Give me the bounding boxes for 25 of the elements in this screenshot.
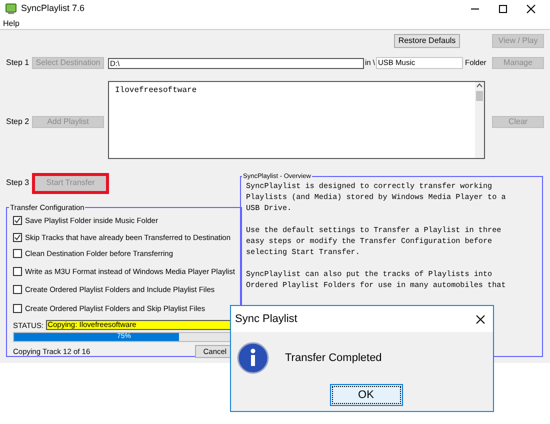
restore-defaults-button[interactable]: Restore Defauls: [394, 34, 460, 48]
step-label: Step 1: [6, 57, 30, 69]
ok-button[interactable]: OK: [330, 384, 402, 406]
info-icon: [237, 342, 269, 374]
maximize-icon[interactable]: [498, 4, 508, 14]
close-icon[interactable]: [476, 314, 485, 324]
scroll-thumb[interactable]: [476, 91, 483, 101]
menu-item[interactable]: Help: [3, 18, 20, 30]
checkbox[interactable]: [13, 216, 22, 226]
dialog-title: Sync Playlist: [235, 312, 298, 327]
checkbox[interactable]: [13, 248, 22, 258]
window-title: SyncPlaylist 7.6: [21, 2, 85, 16]
checkbox[interactable]: [13, 285, 22, 294]
app-icon: [5, 3, 17, 15]
scroll-up-icon[interactable]: [476, 82, 483, 89]
checkbox[interactable]: [13, 232, 22, 242]
checkbox[interactable]: [13, 267, 22, 276]
step-label: Step 3: [6, 177, 30, 189]
playlist-item[interactable]: Ilovefreesoftware: [115, 86, 475, 96]
checkbox[interactable]: [13, 304, 22, 313]
dialog-message: Transfer Completed: [285, 350, 382, 366]
close-icon[interactable]: [526, 4, 536, 14]
step-label: Step 2: [6, 116, 30, 128]
playlist-list[interactable]: Ilovefreesoftware: [108, 81, 485, 159]
scrollbar[interactable]: [475, 82, 484, 158]
